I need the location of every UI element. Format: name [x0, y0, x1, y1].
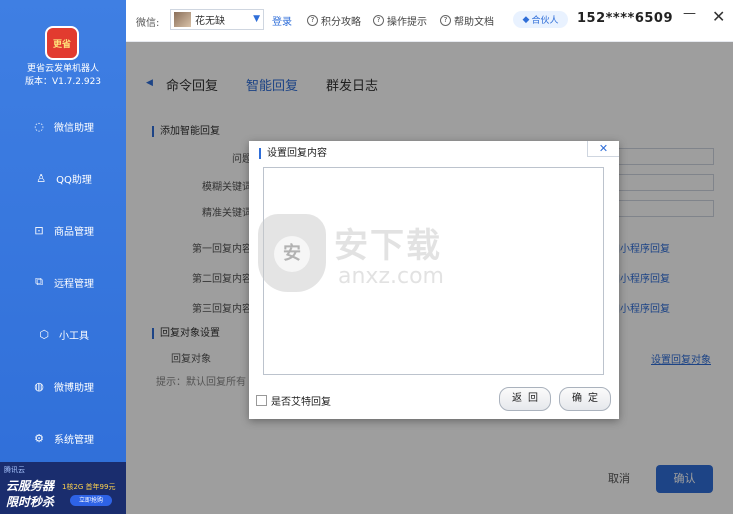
question-icon: ?: [307, 15, 318, 26]
ad-price: 1核2G 首年99元: [62, 483, 116, 491]
set-reply-content-dialog: 设置回复内容 ✕ 是否艾特回复 返回 确定: [249, 141, 619, 419]
partner-label: 合伙人: [531, 16, 559, 26]
question-icon: ?: [373, 15, 384, 26]
app-logo: 更省: [45, 26, 79, 60]
logo-text: 更省: [52, 39, 71, 50]
phone-number: 152****6509: [577, 11, 674, 26]
sidebar-item-products[interactable]: ⊡ 商品管理: [0, 210, 126, 250]
at-reply-checkbox[interactable]: 是否艾特回复: [256, 393, 331, 408]
sidebar-item-label: QQ助理: [56, 174, 92, 186]
diamond-icon: ◆: [522, 14, 530, 25]
ad-line1: 云服务器: [6, 479, 55, 493]
link-label: 操作提示: [387, 17, 427, 28]
sidebar: 更省 更省云发单机器人 版本：V1.7.2.923 ◌ 微信助理 ♙ QQ助理 …: [0, 0, 126, 514]
dialog-title: 设置回复内容: [259, 148, 327, 159]
checkbox-label: 是否艾特回复: [271, 397, 331, 408]
close-window-button[interactable]: ✕: [712, 7, 728, 27]
wechat-bubble-icon: ◌: [34, 119, 44, 133]
tool-hex-icon: ⬡: [39, 327, 49, 341]
sidebar-item-label: 系统管理: [54, 434, 94, 446]
sidebar-item-system[interactable]: ⚙ 系统管理: [0, 418, 126, 458]
sidebar-item-label: 商品管理: [54, 226, 94, 238]
ad-brand: 腾讯云: [4, 466, 25, 474]
reply-content-textarea[interactable]: [263, 167, 604, 375]
weibo-icon: ◍: [34, 379, 44, 393]
login-link[interactable]: 登录: [272, 13, 292, 28]
top-bar: 微信: 花无缺 ▼ 登录 ? 积分攻略 ? 操作提示 ? 帮助文档 ◆ 合伙人 …: [126, 0, 733, 42]
remote-icon: ⧉: [35, 275, 43, 288]
sidebar-item-label: 微信助理: [54, 122, 94, 134]
operation-tips-link[interactable]: ? 操作提示: [373, 13, 427, 28]
ad-banner[interactable]: 腾讯云 云服务器 限时秒杀 1核2G 首年99元 立即抢购: [0, 462, 126, 514]
app-info: 更省云发单机器人 版本：V1.7.2.923: [0, 63, 126, 89]
sidebar-item-label: 小工具: [59, 330, 89, 342]
cart-icon: ⊡: [34, 223, 44, 237]
sidebar-item-weibo[interactable]: ◍ 微博助理: [0, 366, 126, 406]
minimize-button[interactable]: —: [683, 6, 697, 26]
ad-buy-button[interactable]: 立即抢购: [70, 495, 112, 506]
chevron-down-icon: ▼: [253, 14, 260, 24]
sidebar-item-label: 远程管理: [54, 278, 94, 290]
link-label: 积分攻略: [321, 17, 361, 28]
partner-badge[interactable]: ◆ 合伙人: [513, 11, 568, 28]
link-label: 帮助文档: [454, 17, 494, 28]
sidebar-item-tools[interactable]: ⬡ 小工具: [0, 314, 126, 354]
sidebar-item-remote[interactable]: ⧉ 远程管理: [0, 262, 126, 302]
checkbox-box[interactable]: [256, 395, 267, 406]
question-icon: ?: [440, 15, 451, 26]
app-version: 版本：V1.7.2.923: [24, 77, 102, 87]
return-button[interactable]: 返回: [499, 387, 551, 411]
qq-penguin-icon: ♙: [36, 171, 47, 185]
sidebar-item-wechat[interactable]: ◌ 微信助理: [0, 106, 126, 146]
wechat-label: 微信:: [136, 18, 160, 29]
close-icon[interactable]: ✕: [587, 141, 619, 157]
app-name: 更省云发单机器人: [26, 64, 99, 74]
sidebar-item-qq[interactable]: ♙ QQ助理: [0, 158, 126, 198]
points-guide-link[interactable]: ? 积分攻略: [307, 13, 361, 28]
ad-line2: 限时秒杀: [6, 495, 55, 509]
help-docs-link[interactable]: ? 帮助文档: [440, 13, 494, 28]
avatar: [174, 12, 191, 27]
account-name: 花无缺: [195, 16, 225, 27]
wechat-account-select[interactable]: 花无缺 ▼: [170, 9, 264, 30]
gear-icon: ⚙: [34, 431, 44, 445]
sidebar-item-label: 微博助理: [54, 382, 94, 394]
ok-button[interactable]: 确定: [559, 387, 611, 411]
